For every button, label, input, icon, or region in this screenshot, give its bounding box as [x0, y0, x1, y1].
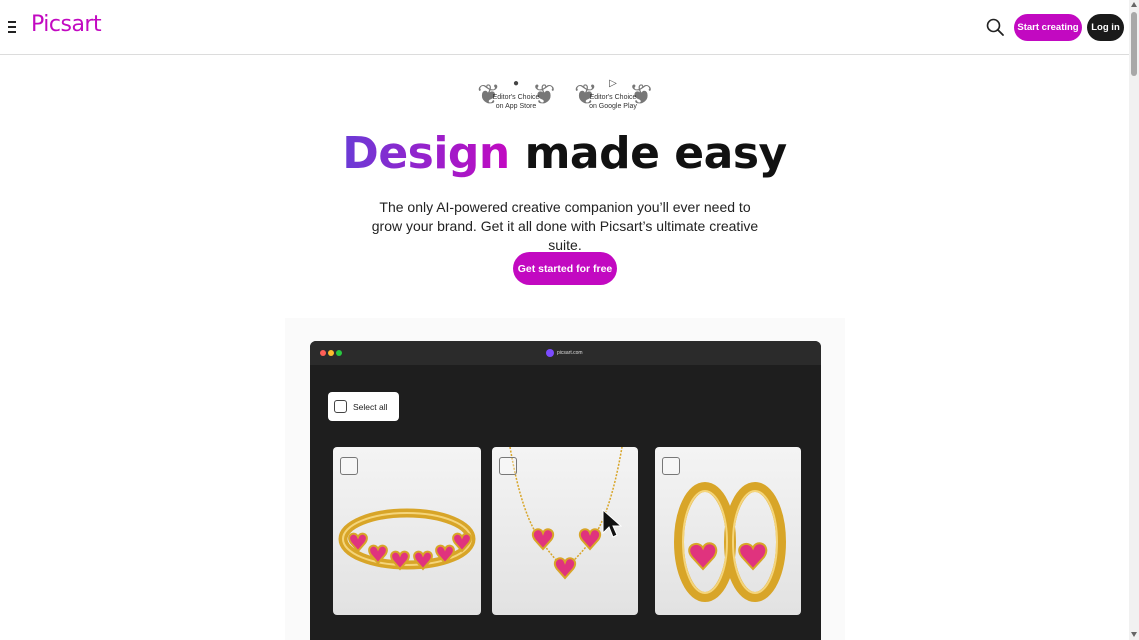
picsart-favicon-icon	[546, 349, 554, 357]
window-close-dot	[320, 350, 326, 356]
scroll-down-arrow-icon[interactable]	[1131, 632, 1137, 637]
mouse-pointer-icon	[602, 509, 622, 538]
earrings-checkbox[interactable]	[662, 457, 680, 475]
search-icon[interactable]	[985, 17, 1005, 37]
hero-subtitle: The only AI-powered creative companion y…	[371, 199, 759, 253]
award-line-1: Editor's Choice	[492, 94, 540, 101]
hero-title-rest: made easy	[509, 128, 788, 179]
vertical-scrollbar[interactable]	[1129, 0, 1139, 640]
select-all-checkbox[interactable]: Select all	[328, 392, 399, 421]
earrings-image-card[interactable]	[655, 447, 801, 615]
app-preview-window: picsart.com Select all	[310, 341, 821, 640]
hero-title-accent: Design	[342, 128, 510, 179]
google-play-icon: ▷	[609, 78, 617, 89]
award-line-2: on App Store	[495, 103, 537, 110]
window-titlebar: picsart.com	[310, 341, 821, 365]
window-minimize-dot	[328, 350, 334, 356]
scroll-up-arrow-icon[interactable]	[1131, 2, 1137, 7]
address-url: picsart.com	[557, 350, 583, 356]
window-maximize-dot	[336, 350, 342, 356]
log-in-button[interactable]: Log in	[1087, 14, 1124, 41]
award-line-1: Editor's Choice	[589, 94, 637, 101]
scrollbar-thumb[interactable]	[1131, 12, 1137, 76]
app-store-award-badge: ❦ ❦ ● Editor's Choice on App Store	[477, 78, 555, 114]
hero-title: Design made easy	[0, 128, 1129, 179]
hamburger-icon[interactable]	[6, 18, 20, 36]
select-all-label: Select all	[353, 401, 388, 412]
award-line-2: on Google Play	[589, 103, 637, 110]
address-bar: picsart.com	[546, 347, 583, 359]
google-play-award-badge: ❦ ❦ ▷ Editor's Choice on Google Play	[574, 78, 652, 114]
necklace-checkbox[interactable]	[499, 457, 517, 475]
start-creating-button[interactable]: Start creating	[1014, 14, 1082, 41]
picsart-logo[interactable]: Picsart	[31, 12, 102, 37]
top-navigation-bar: Picsart Start creating Log in	[0, 0, 1129, 55]
checkbox-icon	[334, 400, 347, 413]
ring-image-card[interactable]	[333, 447, 481, 615]
apple-icon: ●	[512, 78, 520, 89]
ring-checkbox[interactable]	[340, 457, 358, 475]
get-started-button[interactable]: Get started for free	[513, 252, 617, 285]
